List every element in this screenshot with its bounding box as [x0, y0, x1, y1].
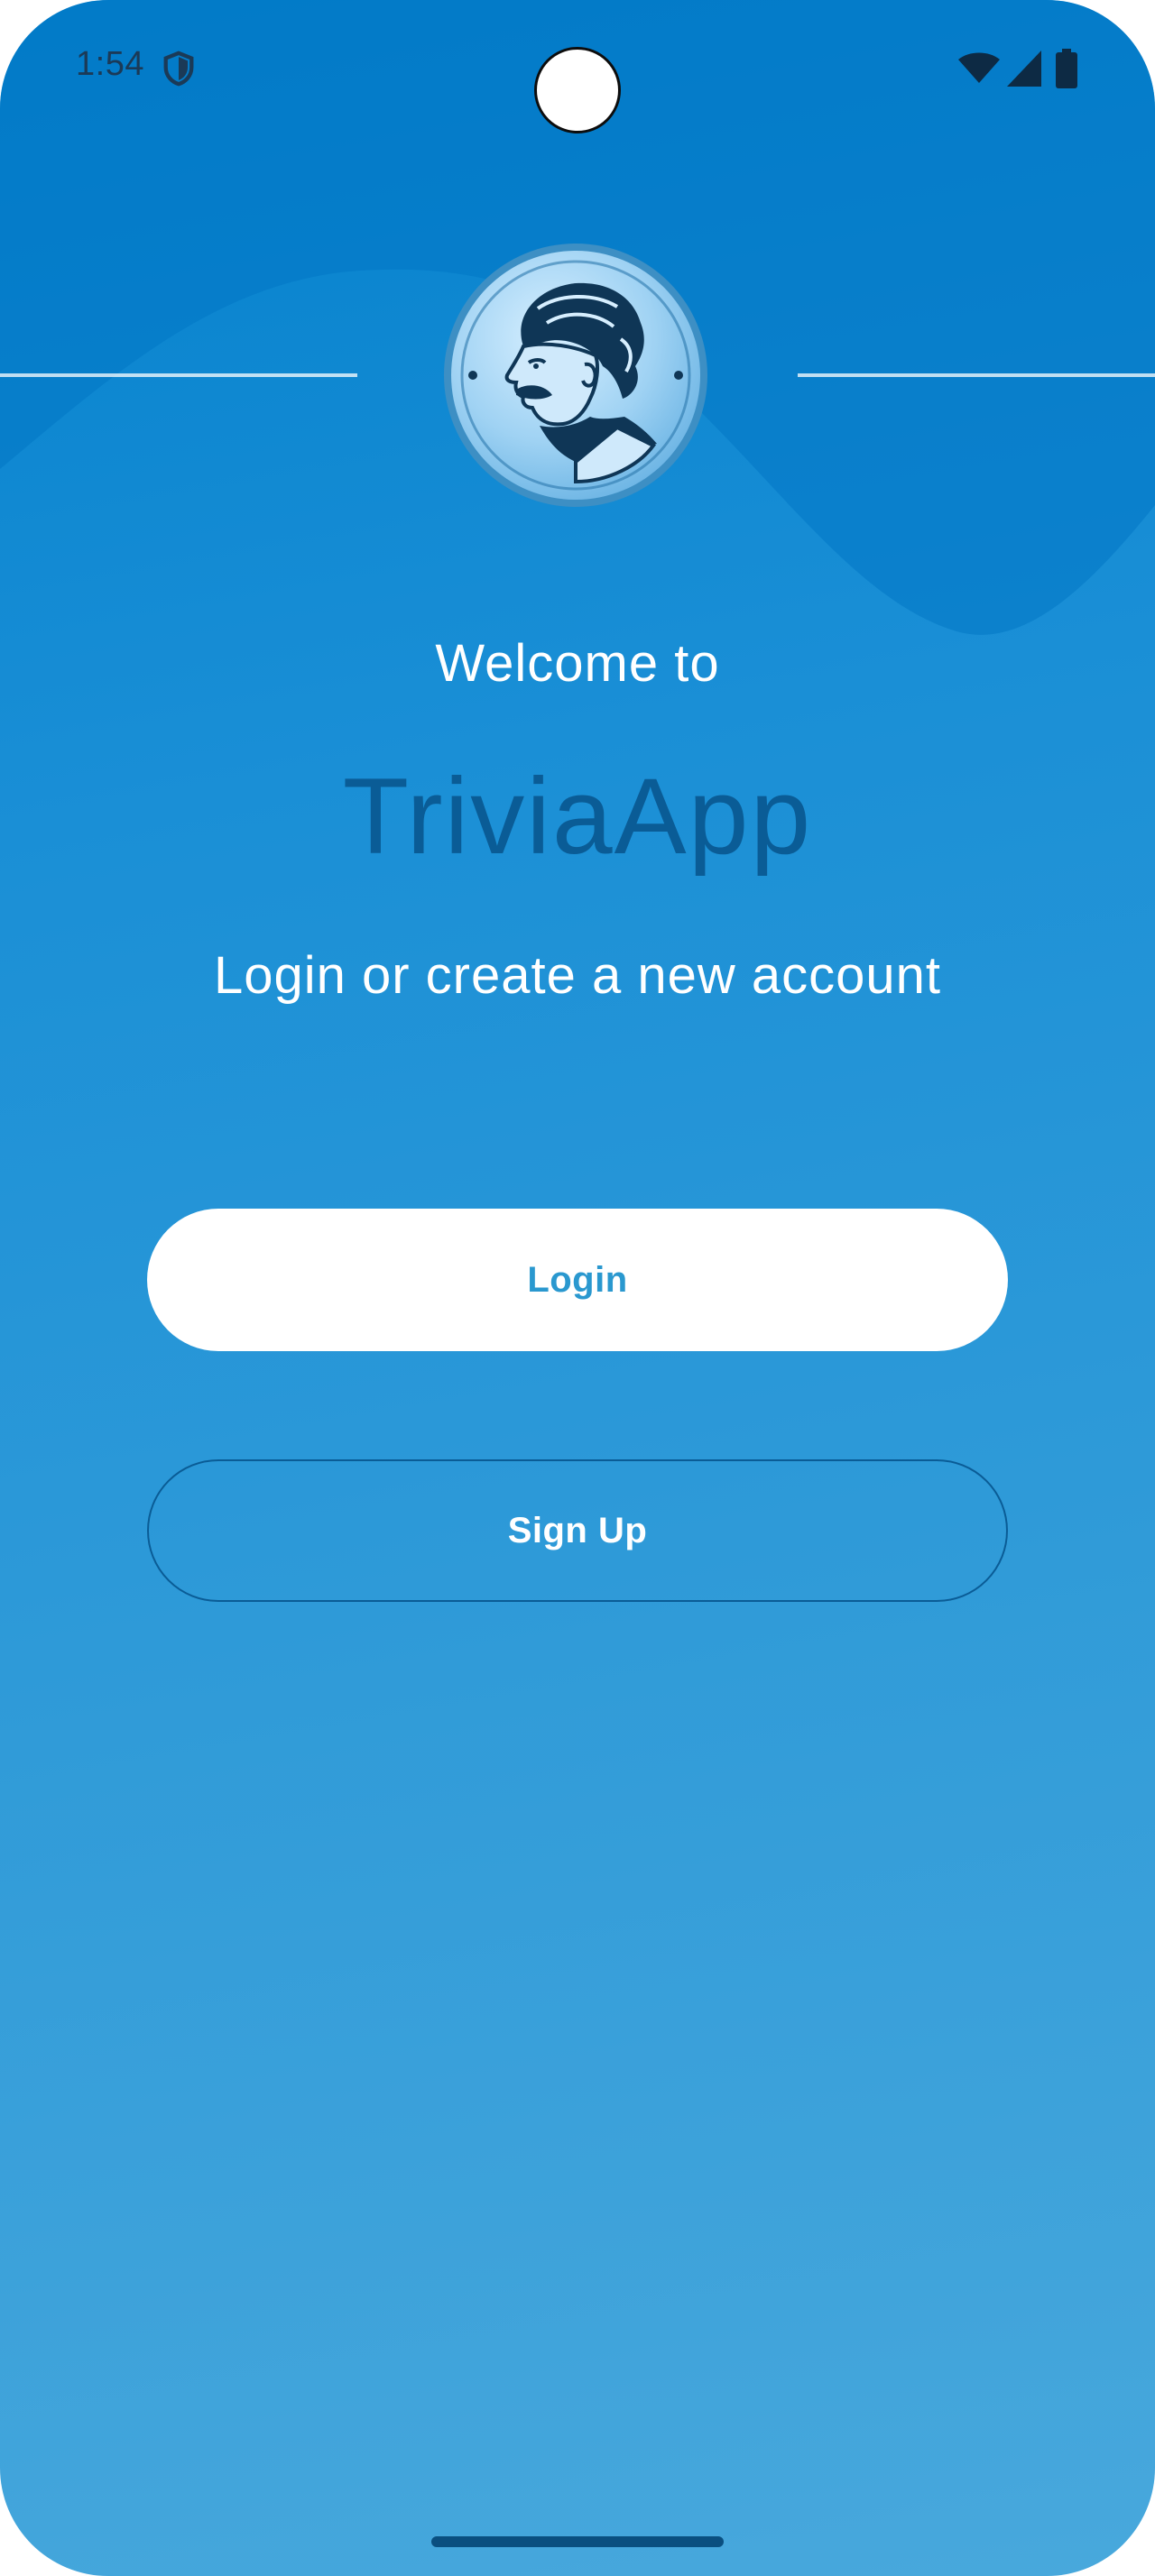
- einstein-logo-icon: [444, 244, 707, 507]
- signup-button[interactable]: Sign Up: [147, 1459, 1008, 1602]
- login-button-label: Login: [527, 1259, 628, 1300]
- status-time: 1:54: [76, 45, 144, 83]
- battery-icon: [1056, 49, 1077, 88]
- welcome-intro: Welcome to: [435, 634, 720, 693]
- app-name: TriviaApp: [342, 756, 813, 877]
- shield-icon: [163, 51, 194, 87]
- wifi-icon: [958, 52, 1000, 83]
- header-divider-left: [0, 373, 357, 377]
- login-button[interactable]: Login: [147, 1209, 1008, 1351]
- header-divider-right: [798, 373, 1155, 377]
- app-screen: 1:54 Welcome to TriviaApp Login or creat…: [0, 0, 1155, 2576]
- status-bar: 1:54: [0, 0, 1155, 144]
- welcome-subtitle: Login or create a new account: [213, 946, 942, 1005]
- signal-icon: [1007, 51, 1041, 87]
- camera-icon: [534, 47, 621, 133]
- home-indicator[interactable]: [431, 2536, 724, 2547]
- signup-button-label: Sign Up: [507, 1510, 648, 1550]
